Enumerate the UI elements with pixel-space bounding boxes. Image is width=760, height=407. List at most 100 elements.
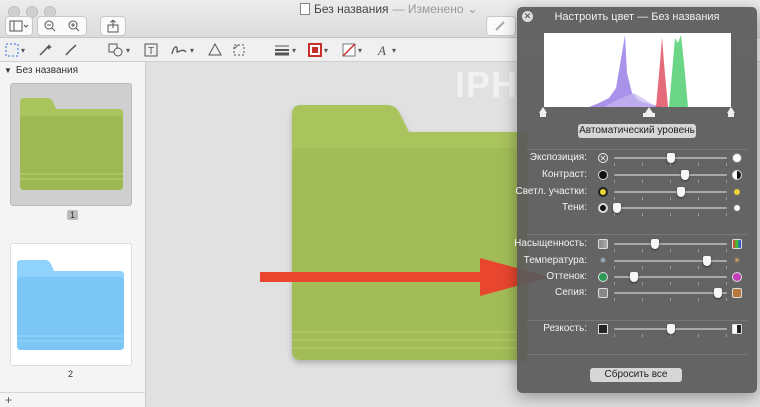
add-page-button[interactable]: + — [5, 393, 12, 407]
text-style-tool[interactable]: A ▾ — [376, 41, 396, 59]
chevron-down-icon: ▾ — [126, 45, 131, 55]
sepia-slider-knob[interactable] — [713, 288, 722, 298]
slider-tick — [614, 213, 615, 216]
slider-tick — [670, 298, 671, 301]
slider-tick — [642, 197, 643, 200]
shadows-slider-ticks — [614, 213, 727, 217]
slider-tick — [698, 298, 699, 301]
shadows-high-icon — [732, 203, 742, 213]
selection-tool[interactable]: ▾ — [5, 41, 25, 59]
slider-tick — [670, 163, 671, 166]
chevron-down-icon: ▾ — [292, 45, 297, 55]
magic-wand-icon — [39, 44, 52, 56]
zoom-in-icon[interactable] — [68, 20, 80, 32]
slider-tick — [614, 334, 615, 337]
text-tool[interactable]: T — [144, 41, 158, 59]
sharpness-slider-knob[interactable] — [666, 324, 675, 334]
chevron-down-icon: ▾ — [21, 45, 26, 55]
highlights-low-icon — [598, 187, 608, 197]
contrast-slider-ticks — [614, 180, 727, 184]
border-color-tool[interactable]: ▾ — [308, 41, 328, 59]
slider-tick — [670, 180, 671, 183]
saturation-label: Насыщенность: — [514, 238, 587, 249]
share-button[interactable] — [100, 16, 126, 36]
sketch-tool[interactable] — [64, 41, 78, 59]
signature-tool[interactable]: ▾ — [170, 41, 194, 59]
slider-tick — [670, 282, 671, 285]
chevron-down-icon: ▾ — [358, 45, 363, 55]
sepia-slider[interactable] — [614, 292, 727, 294]
chevron-down-icon: ▾ — [324, 45, 329, 55]
share-icon — [107, 19, 119, 32]
slider-tick — [698, 180, 699, 183]
contrast-slider-knob[interactable] — [681, 170, 690, 180]
markup-toolbar-button[interactable] — [486, 16, 516, 36]
saturation-slider[interactable] — [614, 243, 727, 245]
slider-tick — [614, 266, 615, 269]
auto-level-button[interactable]: Автоматический уровень — [578, 124, 696, 138]
slider-tick — [726, 249, 727, 252]
slider-tick — [670, 249, 671, 252]
fill-color-icon — [342, 43, 356, 57]
contrast-slider[interactable] — [614, 174, 727, 176]
slider-tick — [670, 266, 671, 269]
highlights-high-icon — [732, 187, 742, 197]
slider-tick — [670, 197, 671, 200]
shadows-low-icon — [598, 203, 608, 213]
temperature-slider-knob[interactable] — [702, 256, 711, 266]
svg-text:T: T — [148, 46, 154, 57]
line-style-tool[interactable]: ▾ — [274, 41, 296, 59]
slider-tick — [698, 249, 699, 252]
temperature-slider-ticks — [614, 266, 727, 270]
saturation-slider-ticks — [614, 249, 727, 253]
black-point-marker[interactable] — [539, 107, 547, 113]
zoom-out-icon[interactable] — [44, 20, 56, 32]
slider-tick — [698, 197, 699, 200]
sepia-high-icon — [732, 288, 742, 298]
disclosure-triangle-icon[interactable]: ▼ — [4, 66, 12, 75]
adjust-color-panel: ✕ Настроить цвет — Без названия Автомати… — [514, 7, 757, 393]
sidebar-icon — [9, 20, 29, 32]
folder-icon — [17, 260, 124, 350]
text-style-icon: A — [377, 43, 386, 57]
exposure-slider-knob[interactable] — [666, 153, 675, 163]
highlights-slider-knob[interactable] — [676, 187, 685, 197]
instant-alpha-tool[interactable] — [38, 41, 52, 59]
sidebar-document-name: Без названия — [15, 65, 79, 76]
sidebar-toggle-button[interactable] — [5, 16, 33, 36]
contrast-label: Контраст: — [542, 169, 587, 180]
shadows-slider[interactable] — [614, 207, 727, 209]
highlights-slider[interactable] — [614, 191, 727, 193]
sharpness-high-icon — [732, 324, 742, 334]
shapes-tool[interactable]: ▾ — [108, 41, 130, 59]
contrast-low-icon — [598, 170, 608, 180]
exposure-slider-ticks — [614, 163, 727, 167]
slider-tick — [642, 213, 643, 216]
document-title[interactable]: Без названия — Изменено ⌄ — [300, 2, 520, 16]
slider-tick — [726, 213, 727, 216]
svg-text:A: A — [377, 43, 386, 57]
fill-color-tool[interactable]: ▾ — [342, 41, 362, 59]
chevron-down-icon: ⌄ — [467, 2, 478, 16]
folder-icon — [20, 98, 123, 190]
page-number-1: 1 — [67, 210, 79, 220]
slider-tick — [670, 213, 671, 216]
reset-all-button[interactable]: Сбросить все — [590, 368, 682, 382]
temperature-label: Температура: — [523, 255, 587, 266]
shadows-slider-knob[interactable] — [613, 203, 622, 213]
adjust-color-tool[interactable] — [208, 41, 222, 59]
signature-icon — [171, 46, 187, 55]
slider-tick — [726, 266, 727, 269]
slider-tick — [698, 213, 699, 216]
page-thumbnail-2[interactable] — [10, 243, 132, 366]
midtone-marker[interactable] — [645, 107, 653, 113]
sepia-slider-ticks — [614, 298, 727, 302]
page-thumbnail-1[interactable] — [10, 83, 132, 206]
white-point-marker[interactable] — [727, 107, 735, 113]
saturation-slider-knob[interactable] — [650, 239, 659, 249]
crop-tool[interactable] — [232, 41, 246, 59]
exposure-low-icon: ✕ — [598, 153, 608, 163]
sidebar-header[interactable]: ▼ Без названия — [4, 65, 78, 76]
zoom-controls — [37, 16, 87, 36]
tint-slider-knob[interactable] — [630, 272, 639, 282]
